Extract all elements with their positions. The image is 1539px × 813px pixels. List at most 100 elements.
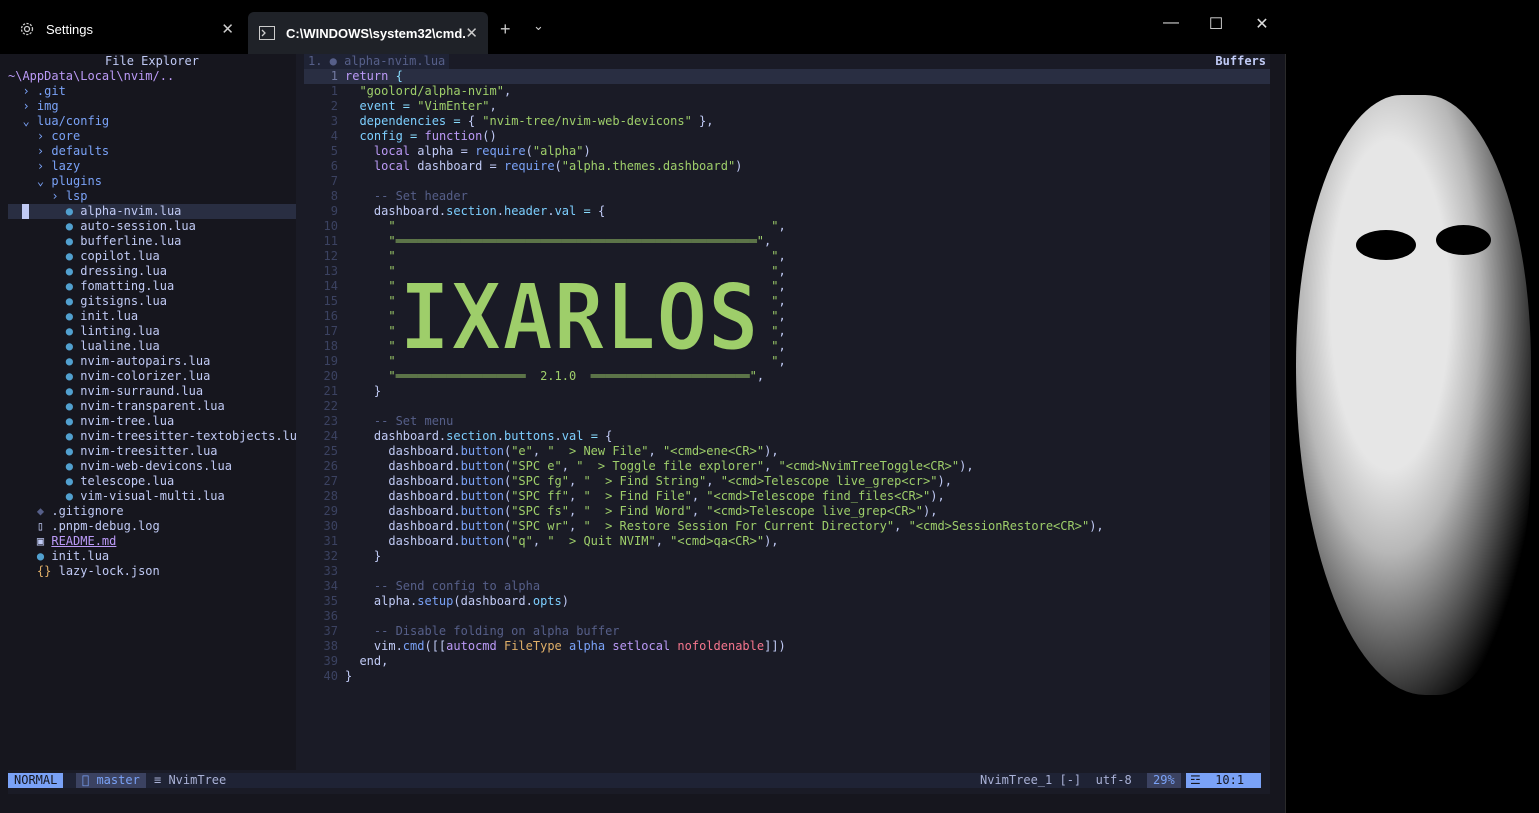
buffer-tab[interactable]: 1. ● alpha-nvim.lua [304, 54, 450, 69]
code-line[interactable]: 23 -- Set menu [304, 414, 1270, 429]
file-icon: ▯ [36, 519, 52, 533]
code-line[interactable]: 31 dashboard.button("q", " > Quit NVIM",… [304, 534, 1270, 549]
tree-item[interactable]: ● telescope.lua [8, 474, 296, 489]
code-line[interactable]: 29 dashboard.button("SPC fs", " > Find W… [304, 504, 1270, 519]
tree-item[interactable]: ● copilot.lua [8, 249, 296, 264]
code-token: , [568, 474, 584, 488]
code-line[interactable]: 28 dashboard.button("SPC ff", " > Find F… [304, 489, 1270, 504]
tree-item[interactable]: ● linting.lua [8, 324, 296, 339]
line-number: 37 [323, 624, 338, 638]
code-line[interactable]: 7 [304, 174, 1270, 189]
tree-item[interactable]: ● gitsigns.lua [8, 294, 296, 309]
tree-item[interactable]: ● nvim-treesitter-textobjects.lu [8, 429, 296, 444]
tree-item[interactable]: › .git [8, 84, 296, 99]
tree-item[interactable]: › defaults [8, 144, 296, 159]
code-line[interactable]: 26 dashboard.button("SPC e", " > Toggle … [304, 459, 1270, 474]
tree-item[interactable]: ● nvim-colorizer.lua [8, 369, 296, 384]
code-token: { [597, 204, 606, 218]
tree-item[interactable]: {} lazy-lock.json [8, 564, 296, 579]
code-line[interactable]: 25 dashboard.button("e", " > New File", … [304, 444, 1270, 459]
code-line[interactable]: 32 } [304, 549, 1270, 564]
tree-item[interactable]: ⌄ plugins [8, 174, 296, 189]
mask-art [1296, 95, 1531, 695]
tree-item[interactable]: ● init.lua [8, 549, 296, 564]
code-line[interactable]: 4 config = function() [304, 129, 1270, 144]
code-token: buttons [503, 429, 555, 443]
code-token: button [460, 504, 504, 518]
code-line[interactable]: 8 -- Set header [304, 189, 1270, 204]
code-line[interactable]: 35 alpha.setup(dashboard.opts) [304, 594, 1270, 609]
tree-item[interactable]: ● fomatting.lua [8, 279, 296, 294]
code-line[interactable]: 24 dashboard.section.buttons.val = { [304, 429, 1270, 444]
code-token: = [395, 99, 418, 113]
close-icon[interactable]: ✕ [221, 20, 234, 38]
close-icon[interactable]: ✕ [465, 24, 478, 42]
code-line[interactable]: 30 dashboard.button("SPC wr", " > Restor… [304, 519, 1270, 534]
code-line[interactable]: 1 "goolord/alpha-nvim", [304, 84, 1270, 99]
new-tab-button[interactable]: + [500, 19, 511, 40]
tree-item[interactable]: ● nvim-surraund.lua [8, 384, 296, 399]
code-token: " > Toggle file explorer" [576, 459, 765, 473]
tree-item[interactable]: ● lualine.lua [8, 339, 296, 354]
code-token: , [568, 519, 584, 533]
tree-item[interactable]: ● init.lua [8, 309, 296, 324]
code-line[interactable]: 39 end, [304, 654, 1270, 669]
tree-item[interactable]: ● vim-visual-multi.lua [8, 489, 296, 504]
file-explorer[interactable]: File Explorer ~\AppData\Local\nvim/.. › … [8, 54, 296, 770]
code-editor[interactable]: 1. ● alpha-nvim.lua Buffers 1 return {1 "… [304, 54, 1270, 770]
code-line[interactable]: 36 [304, 609, 1270, 624]
minimize-button[interactable]: — [1156, 14, 1186, 38]
code-token: , [894, 519, 909, 533]
tab-settings[interactable]: Settings ✕ [8, 12, 244, 46]
tree-item[interactable]: ● bufferline.lua [8, 234, 296, 249]
maximize-button[interactable]: ☐ [1201, 14, 1231, 38]
tree-item[interactable]: ● nvim-tree.lua [8, 414, 296, 429]
tree-item[interactable]: ● dressing.lua [8, 264, 296, 279]
close-window-button[interactable]: ✕ [1247, 14, 1277, 38]
tree-item[interactable]: ● nvim-treesitter.lua [8, 444, 296, 459]
tab-cmd[interactable]: C:\WINDOWS\system32\cmd. ✕ [248, 12, 488, 54]
code-line[interactable]: 9 dashboard.section.header.val = { [304, 204, 1270, 219]
tree-item-label: .git [36, 84, 66, 98]
code-line[interactable]: 40} [304, 669, 1270, 684]
tree-root-path[interactable]: ~\AppData\Local\nvim/.. [8, 69, 296, 84]
line-number: 13 [323, 264, 338, 278]
code-line[interactable]: 27 dashboard.button("SPC fg", " > Find S… [304, 474, 1270, 489]
code-token: button [460, 519, 504, 533]
line-number: 14 [323, 279, 338, 293]
tree-item[interactable]: ● alpha-nvim.lua [8, 204, 296, 219]
chevron-down-icon[interactable]: ⌄ [533, 18, 544, 34]
tree-item[interactable]: › lazy [8, 159, 296, 174]
lua-file-icon: ● [65, 354, 81, 368]
code-text: dashboard.section.buttons.val = { [345, 429, 613, 444]
code-line[interactable]: 5 local alpha = require("alpha") [304, 144, 1270, 159]
tree-item[interactable]: › core [8, 129, 296, 144]
tree-item[interactable]: ▯ .pnpm-debug.log [8, 519, 296, 534]
code-line[interactable]: 37 -- Disable folding on alpha buffer [304, 624, 1270, 639]
code-line[interactable]: 3 dependencies = { "nvim-tree/nvim-web-d… [304, 114, 1270, 129]
code-line[interactable]: 6 local dashboard = require("alpha.theme… [304, 159, 1270, 174]
code-line[interactable]: 11 "════════════════════════════════════… [304, 234, 1270, 249]
terminal-content[interactable]: File Explorer ~\AppData\Local\nvim/.. › … [8, 54, 1270, 794]
code-line[interactable]: 34 -- Send config to alpha [304, 579, 1270, 594]
tree-item[interactable]: ● nvim-autopairs.lua [8, 354, 296, 369]
code-line[interactable]: 38 vim.cmd([[autocmd FileType alpha setl… [304, 639, 1270, 654]
code-token: ( [525, 144, 533, 158]
tree-item[interactable]: ⌄ lua/config [8, 114, 296, 129]
tree-item[interactable]: ● auto-session.lua [8, 219, 296, 234]
code-line[interactable]: 2 event = "VimEnter", [304, 99, 1270, 114]
tree-item-label: nvim-autopairs.lua [80, 354, 211, 368]
tree-item[interactable]: ▣ README.md [8, 534, 296, 549]
tree-item[interactable]: ● nvim-web-devicons.lua [8, 459, 296, 474]
tree-item[interactable]: ● nvim-transparent.lua [8, 399, 296, 414]
lua-file-icon: ● [65, 474, 81, 488]
code-line[interactable]: 1 return { [304, 69, 1270, 84]
code-line[interactable]: 33 [304, 564, 1270, 579]
code-line[interactable]: 21 } [304, 384, 1270, 399]
tree-item[interactable]: › img [8, 99, 296, 114]
tree-item[interactable]: ◆ .gitignore [8, 504, 296, 519]
code-line[interactable]: 22 [304, 399, 1270, 414]
tree-item[interactable]: › lsp [8, 189, 296, 204]
tree-item-label: nvim-transparent.lua [80, 399, 225, 413]
code-line[interactable]: 10 " ", [304, 219, 1270, 234]
